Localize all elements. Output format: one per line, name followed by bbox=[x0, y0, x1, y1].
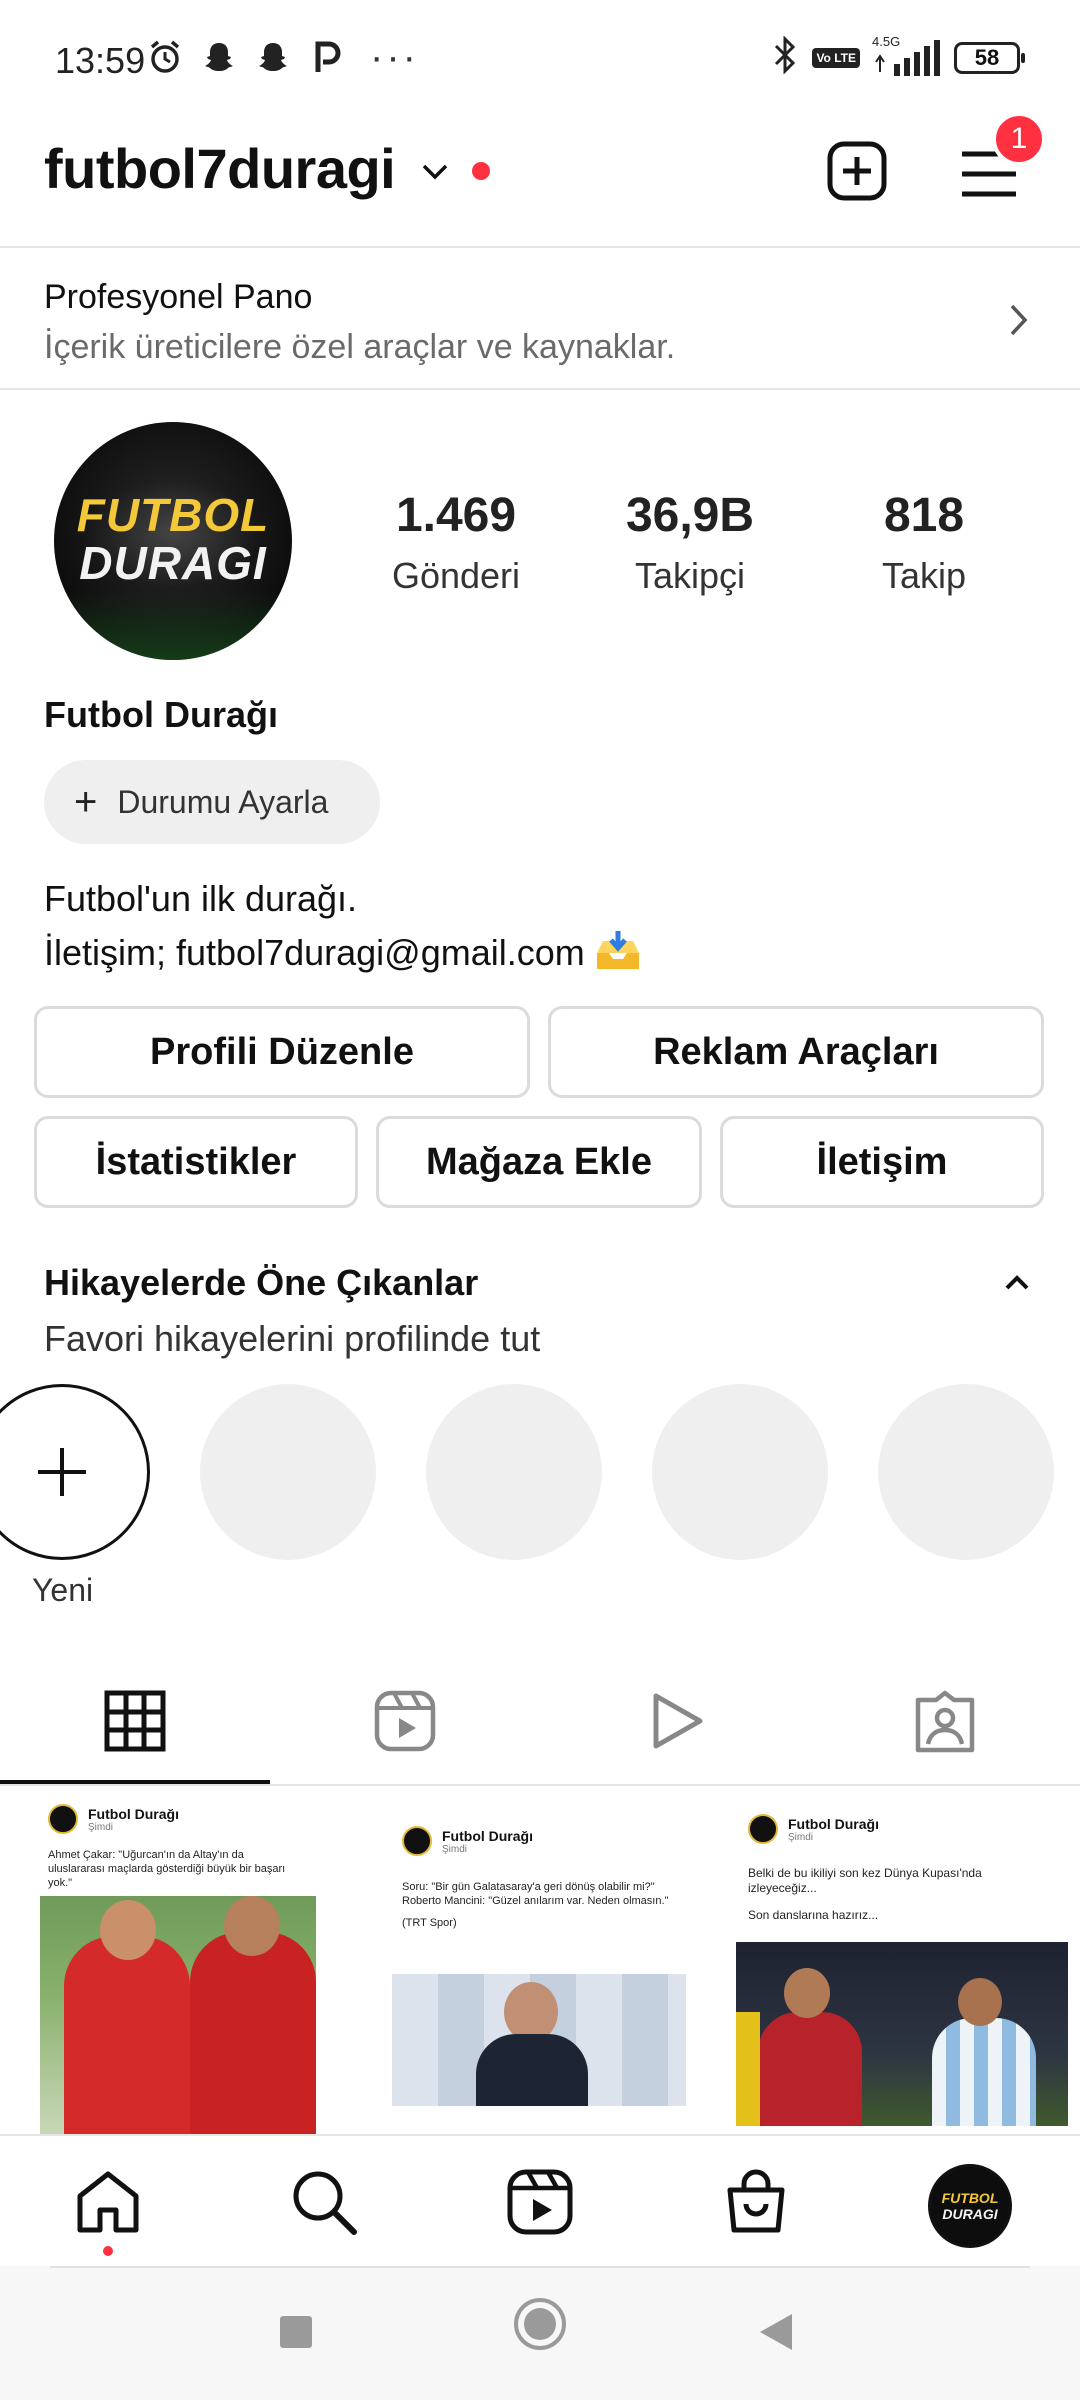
videos-tab[interactable] bbox=[642, 1688, 708, 1754]
new-highlight-label: Yeni bbox=[32, 1572, 94, 1608]
chevron-down-icon[interactable] bbox=[418, 154, 452, 193]
home-button[interactable] bbox=[512, 2296, 568, 2357]
volte-icon: Vo LTE bbox=[812, 47, 860, 68]
highlights-subtitle: Favori hikayelerini profilinde tut bbox=[44, 1318, 541, 1359]
grid-icon bbox=[104, 1690, 166, 1752]
battery-icon: 58 bbox=[954, 41, 1025, 74]
reels-icon bbox=[374, 1690, 436, 1752]
p-icon bbox=[308, 38, 346, 76]
posts-label: Gönderi bbox=[391, 555, 521, 596]
plus-icon: + bbox=[74, 779, 98, 824]
plus-icon bbox=[38, 1448, 86, 1496]
dashboard-title: Profesyonel Pano bbox=[44, 278, 313, 316]
post-text: Soru: "Bir gün Galatasaray'a geri dönüş … bbox=[402, 1881, 669, 1929]
insights-button[interactable]: İstatistikler bbox=[34, 1116, 358, 1208]
add-shop-button[interactable]: Mağaza Ekle bbox=[376, 1116, 702, 1208]
display-name: Futbol Durağı bbox=[44, 694, 278, 735]
new-highlight-button[interactable] bbox=[0, 1384, 150, 1560]
post-avatar bbox=[48, 1804, 78, 1834]
shop-icon[interactable] bbox=[720, 2166, 792, 2238]
highlight-placeholder bbox=[200, 1384, 376, 1560]
home-icon[interactable] bbox=[72, 2166, 144, 2238]
snapchat-icon bbox=[200, 38, 238, 76]
avatar-logo-text: DURAGI bbox=[79, 537, 267, 589]
post-avatar bbox=[748, 1814, 778, 1844]
contact-button[interactable]: İletişim bbox=[720, 1116, 1044, 1208]
grid-post[interactable]: Futbol Durağı Şimdi Ahmet Çakar: "Uğurca… bbox=[0, 1788, 356, 2134]
notification-badge: 1 bbox=[992, 112, 1046, 166]
post-time: Şimdi bbox=[88, 1821, 114, 1833]
ad-tools-button[interactable]: Reklam Araçları bbox=[548, 1006, 1044, 1098]
grid-tab[interactable] bbox=[102, 1688, 168, 1754]
post-avatar bbox=[402, 1826, 432, 1856]
profile-tabs bbox=[0, 1658, 1080, 1786]
bottom-navigation: FUTBOL DURAGI bbox=[0, 2134, 1080, 2264]
reels-icon[interactable] bbox=[504, 2166, 576, 2238]
posts-stat[interactable]: 1.469 Gönderi bbox=[356, 488, 556, 597]
bio: Futbol'un ilk durağı. İletişim; futbol7d… bbox=[44, 872, 641, 980]
avatar[interactable]: FUTBOL DURAGI bbox=[54, 422, 292, 660]
dashboard-subtitle: İçerik üreticilere özel araçlar ve kayna… bbox=[44, 328, 676, 366]
chevron-up-icon[interactable] bbox=[1002, 1268, 1032, 1303]
post-text: Ahmet Çakar: "Uğurcan'ın da Altay'ın da … bbox=[48, 1849, 286, 1889]
alarm-icon bbox=[146, 38, 184, 76]
post-time: Şimdi bbox=[788, 1831, 814, 1843]
status-bar: 13:59 ··· Vo LTE 4.5G 58 bbox=[0, 0, 1080, 110]
highlight-placeholder bbox=[878, 1384, 1054, 1560]
highlight-placeholder bbox=[652, 1384, 828, 1560]
play-icon bbox=[653, 1693, 703, 1749]
set-status-label: Durumu Ayarla bbox=[117, 783, 329, 820]
post-image bbox=[392, 1974, 686, 2106]
post-image bbox=[736, 1942, 1068, 2126]
bio-contact-line: İletişim; futbol7duragi@gmail.com bbox=[44, 926, 641, 980]
post-account: Futbol Durağı bbox=[788, 1815, 879, 1832]
following-stat[interactable]: 818 Takip bbox=[824, 488, 1024, 597]
tagged-tab[interactable] bbox=[912, 1688, 978, 1754]
profile-avatar-tab[interactable]: FUTBOL DURAGI bbox=[928, 2164, 1012, 2248]
recents-button[interactable] bbox=[276, 2302, 316, 2367]
account-switcher[interactable]: futbol7duragi bbox=[44, 136, 396, 201]
followers-count: 36,9B bbox=[625, 489, 755, 542]
highlights-title: Hikayelerde Öne Çıkanlar bbox=[44, 1262, 479, 1303]
post-image bbox=[40, 1896, 316, 2134]
professional-dashboard[interactable]: Profesyonel Pano İçerik üreticilere özel… bbox=[0, 246, 1080, 390]
grid-post[interactable]: Futbol Durağı Şimdi Belki de bu ikiliyi … bbox=[724, 1788, 1080, 2134]
followers-label: Takipçi bbox=[634, 555, 746, 596]
post-text: Belki de bu ikiliyi son kez Dünya Kupası… bbox=[748, 1866, 982, 1922]
followers-stat[interactable]: 36,9B Takipçi bbox=[590, 488, 790, 597]
tagged-icon bbox=[915, 1690, 975, 1753]
signal-icon: 4.5G bbox=[872, 34, 942, 78]
create-post-button[interactable] bbox=[826, 140, 888, 202]
chevron-right-icon bbox=[1006, 300, 1032, 345]
more-dots-icon: ··· bbox=[370, 35, 419, 79]
avatar-logo-text: FUTBOL bbox=[76, 489, 270, 541]
profile-header: futbol7duragi 1 bbox=[0, 110, 1080, 245]
status-time: 13:59 bbox=[55, 40, 146, 81]
highlight-placeholder bbox=[426, 1384, 602, 1560]
post-account: Futbol Durağı bbox=[88, 1805, 179, 1822]
edit-profile-button[interactable]: Profili Düzenle bbox=[34, 1006, 530, 1098]
inbox-tray-icon bbox=[595, 931, 641, 971]
snapchat-icon bbox=[254, 38, 292, 76]
bio-line: Futbol'un ilk durağı. bbox=[44, 878, 358, 919]
set-status-button[interactable]: + Durumu Ayarla bbox=[44, 760, 380, 844]
system-navigation bbox=[0, 2266, 1080, 2400]
following-label: Takip bbox=[881, 555, 967, 596]
post-time: Şimdi bbox=[442, 1843, 468, 1855]
post-account: Futbol Durağı bbox=[442, 1827, 533, 1844]
following-count: 818 bbox=[883, 489, 965, 542]
grid-post[interactable]: Futbol Durağı Şimdi Soru: "Bir gün Galat… bbox=[362, 1788, 718, 2134]
home-notification-dot bbox=[103, 2246, 113, 2256]
posts-count: 1.469 bbox=[395, 489, 517, 542]
active-tab-indicator bbox=[0, 1780, 270, 1784]
search-icon[interactable] bbox=[288, 2166, 360, 2238]
unread-dot bbox=[472, 162, 490, 180]
back-button[interactable] bbox=[756, 2302, 796, 2367]
bluetooth-icon bbox=[770, 35, 800, 79]
reels-tab[interactable] bbox=[372, 1688, 438, 1754]
